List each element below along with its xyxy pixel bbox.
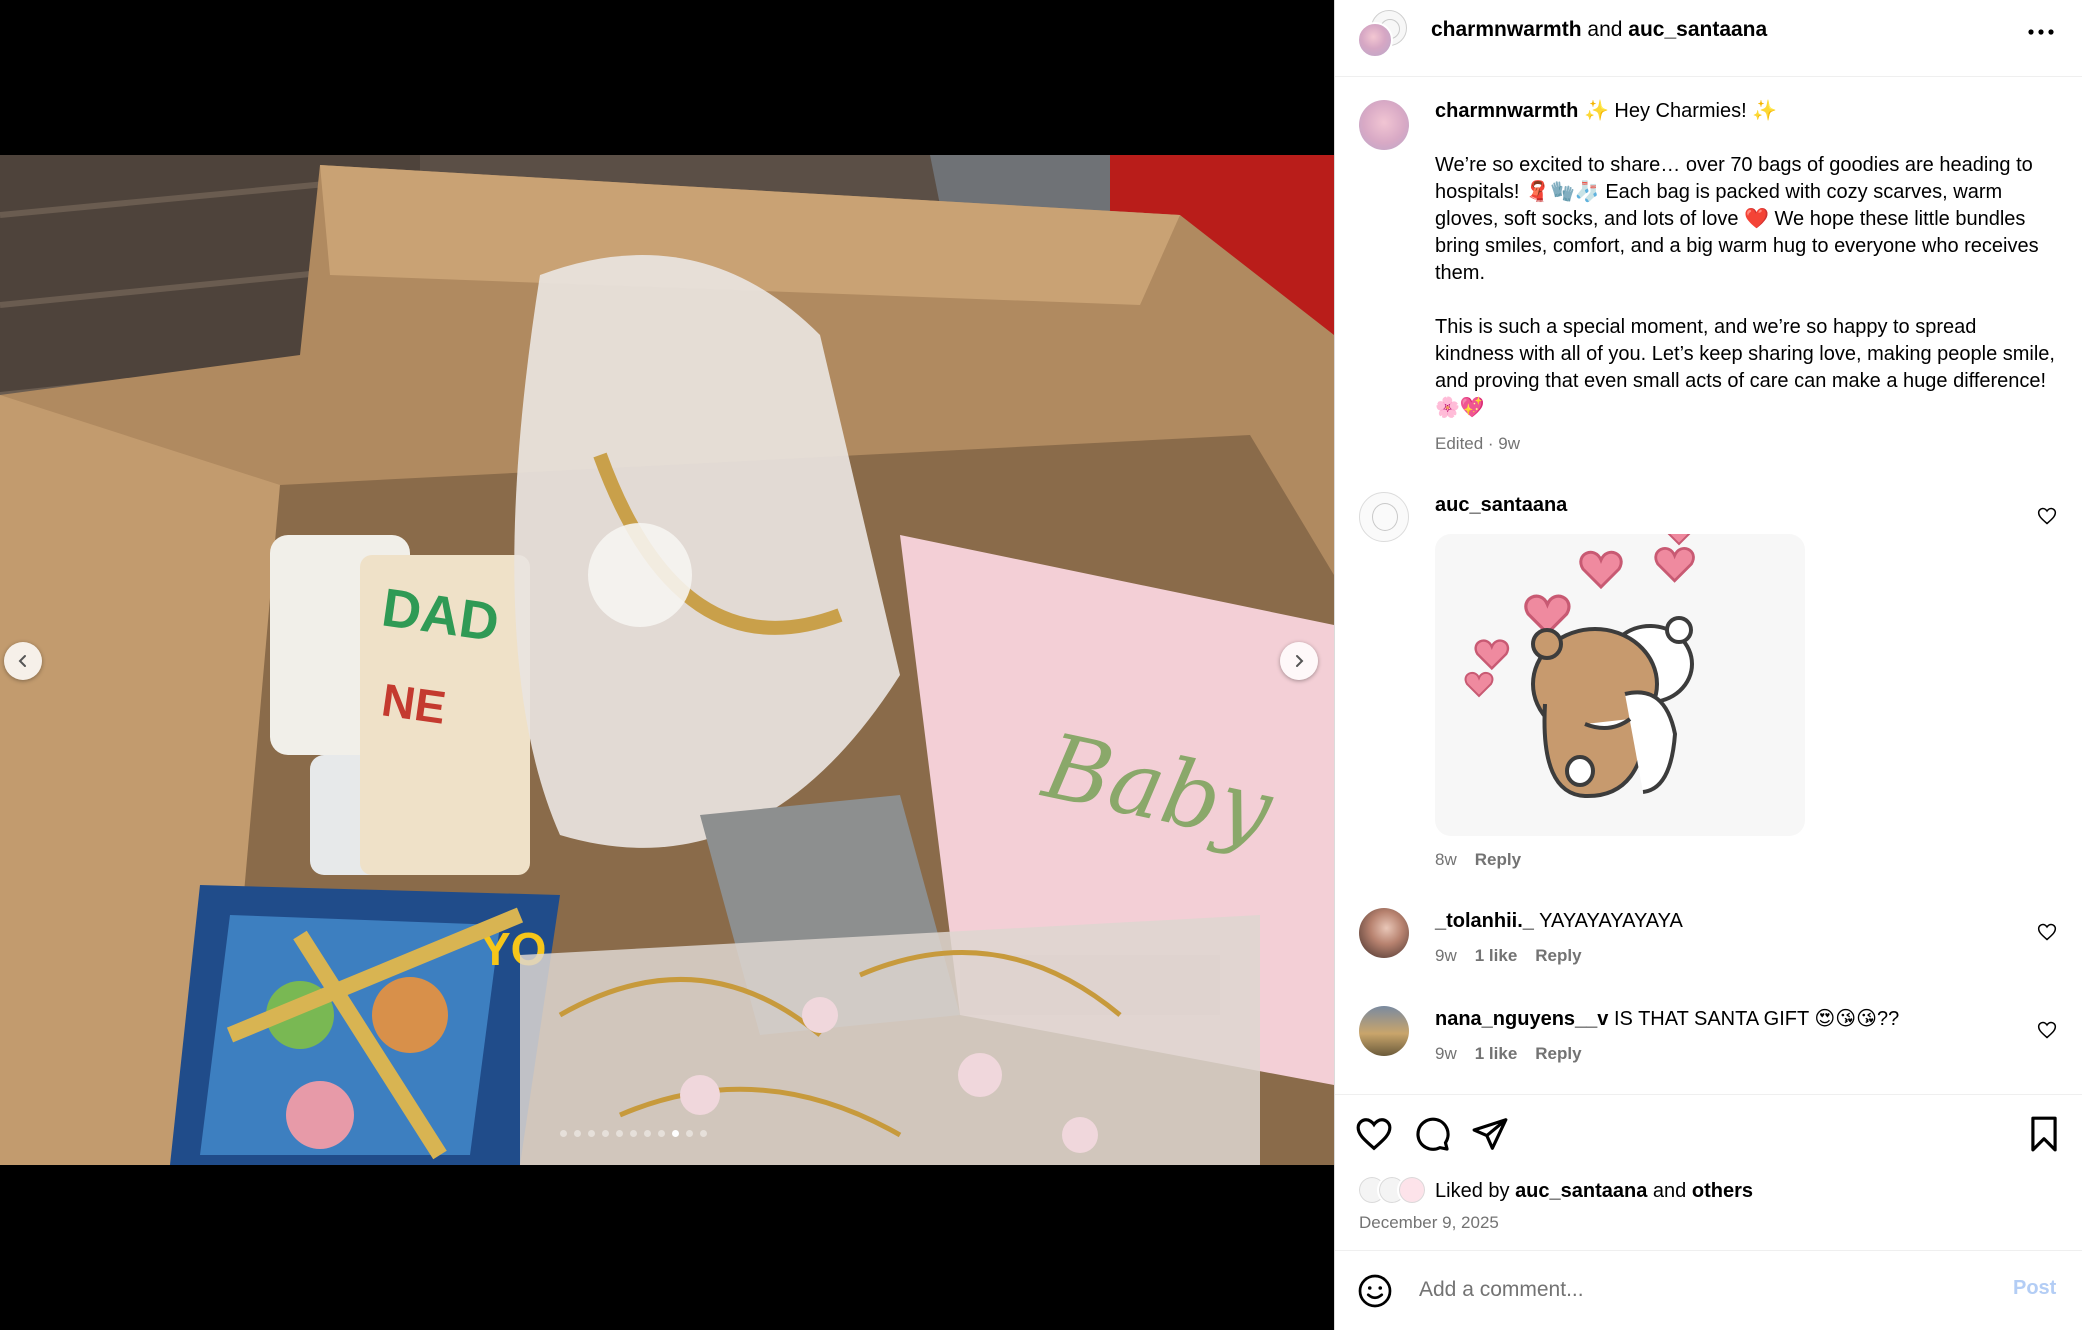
carousel-dot [700, 1130, 707, 1137]
carousel-indicator [560, 1130, 707, 1137]
avatar[interactable] [1359, 100, 1409, 150]
comment-composer: Post [1335, 1250, 2082, 1330]
liked-by-others[interactable]: others [1692, 1180, 1753, 1202]
post-media: DAD NE Baby YO [0, 0, 1334, 1330]
collab-avatars[interactable] [1357, 10, 1409, 62]
avatar [1357, 22, 1393, 58]
comment-meta: 9w 1 like Reply [1435, 946, 1582, 966]
comment-username[interactable]: auc_santaana [1435, 494, 1567, 516]
caption-paragraph: This is such a special moment, and we’re… [1435, 316, 2055, 419]
caption-text: charmnwarmth ✨ Hey Charmies! ✨ We’re so … [1435, 98, 2055, 449]
chevron-right-icon [1296, 655, 1304, 667]
carousel-dot [630, 1130, 637, 1137]
liked-by-user[interactable]: auc_santaana [1515, 1180, 1647, 1202]
paper-plane-icon[interactable] [1471, 1115, 1509, 1153]
liked-by-prefix: Liked by [1435, 1179, 1510, 1202]
post-comment-button[interactable]: Post [2013, 1277, 2056, 1300]
author-username[interactable]: charmnwarmth [1431, 18, 1582, 41]
comment-time: 9w [1435, 946, 1457, 965]
comment-likes[interactable]: 1 like [1475, 946, 1518, 966]
liked-by-connector: and [1652, 1179, 1687, 1202]
carousel-dot [644, 1130, 651, 1137]
comment-username[interactable]: nana_nguyens__v [1435, 1008, 1608, 1030]
authors-connector: and [1587, 18, 1623, 41]
heart-icon[interactable] [1355, 1115, 1393, 1153]
svg-text:NE: NE [379, 673, 450, 733]
comment-text: nana_nguyens__v IS THAT SANTA GIFT 😍😘😘?? [1435, 1006, 2055, 1033]
bear-hug-sticker [1435, 534, 1805, 836]
more-options-button[interactable] [2025, 18, 2057, 46]
caption-edited-time: Edited · 9w [1435, 434, 1521, 453]
reply-button[interactable]: Reply [1535, 1044, 1581, 1064]
carousel-dot [658, 1130, 665, 1137]
carousel-next-button[interactable] [1280, 642, 1318, 680]
comment-input[interactable] [1419, 1269, 1959, 1311]
more-horizontal-icon [2028, 29, 2054, 35]
comment-text: _tolanhii._ YAYAYAYAYAYA [1435, 908, 2055, 935]
post-authors: charmnwarmth and auc_santaana [1431, 16, 1767, 44]
carousel-dot [602, 1130, 609, 1137]
heart-icon[interactable] [2037, 506, 2057, 526]
avatar [1397, 1175, 1427, 1205]
liked-by-text: Liked by auc_santaana and others [1435, 1180, 1753, 1203]
avatar[interactable] [1359, 1006, 1409, 1056]
comment-time: 8w [1435, 850, 1457, 869]
carousel-dot [560, 1130, 567, 1137]
smiley-icon[interactable] [1357, 1273, 1393, 1309]
comment-content: YAYAYAYAYAYA [1539, 910, 1683, 932]
carousel-dot [686, 1130, 693, 1137]
bookmark-icon[interactable] [2025, 1115, 2063, 1153]
reply-button[interactable]: Reply [1535, 946, 1581, 966]
caption-meta: Edited · 9w [1435, 434, 1520, 454]
comment-meta: 9w 1 like Reply [1435, 1044, 1582, 1064]
carousel-prev-button[interactable] [4, 642, 42, 680]
comment-likes[interactable]: 1 like [1475, 1044, 1518, 1064]
caption-username[interactable]: charmnwarmth [1435, 100, 1578, 122]
avatar[interactable] [1359, 492, 1409, 542]
heart-icon[interactable] [2037, 922, 2057, 942]
carousel-dot [588, 1130, 595, 1137]
comment-meta: 8w Reply [1435, 850, 1521, 870]
liked-by: Liked by auc_santaana and others [1357, 1175, 1753, 1207]
carousel-dot [672, 1130, 679, 1137]
chevron-left-icon [18, 655, 26, 667]
comment-username[interactable]: _tolanhii._ [1435, 910, 1534, 932]
caption-paragraph: We’re so excited to share… over 70 bags … [1435, 154, 2039, 284]
comments-scroll-area[interactable]: charmnwarmth ✨ Hey Charmies! ✨ We’re so … [1335, 78, 2082, 1094]
post-header: charmnwarmth and auc_santaana [1335, 0, 2082, 77]
post-side-panel: charmnwarmth and auc_santaana charmnwarm… [1334, 0, 2082, 1330]
carousel-dot [574, 1130, 581, 1137]
avatar[interactable] [1359, 908, 1409, 958]
gift-box-photo: DAD NE Baby YO [0, 155, 1334, 1165]
post-actions: Liked by auc_santaana and others Decembe… [1335, 1094, 2082, 1249]
post-photo: DAD NE Baby YO [0, 155, 1334, 1165]
collaborator-username[interactable]: auc_santaana [1628, 18, 1767, 41]
comment-text: auc_santaana [1435, 492, 2055, 519]
post-date[interactable]: December 9, 2025 [1359, 1213, 1499, 1233]
heart-icon[interactable] [2037, 1020, 2057, 1040]
comment-time: 9w [1435, 1044, 1457, 1063]
liked-by-avatars[interactable] [1357, 1175, 1433, 1207]
comment-content: IS THAT SANTA GIFT 😍😘😘?? [1613, 1008, 1900, 1030]
comment-bubble-icon[interactable] [1413, 1115, 1451, 1153]
caption-intro: ✨ Hey Charmies! ✨ [1583, 100, 1778, 122]
sticker-image [1464, 534, 1695, 799]
carousel-dot [616, 1130, 623, 1137]
reply-button[interactable]: Reply [1475, 850, 1521, 870]
